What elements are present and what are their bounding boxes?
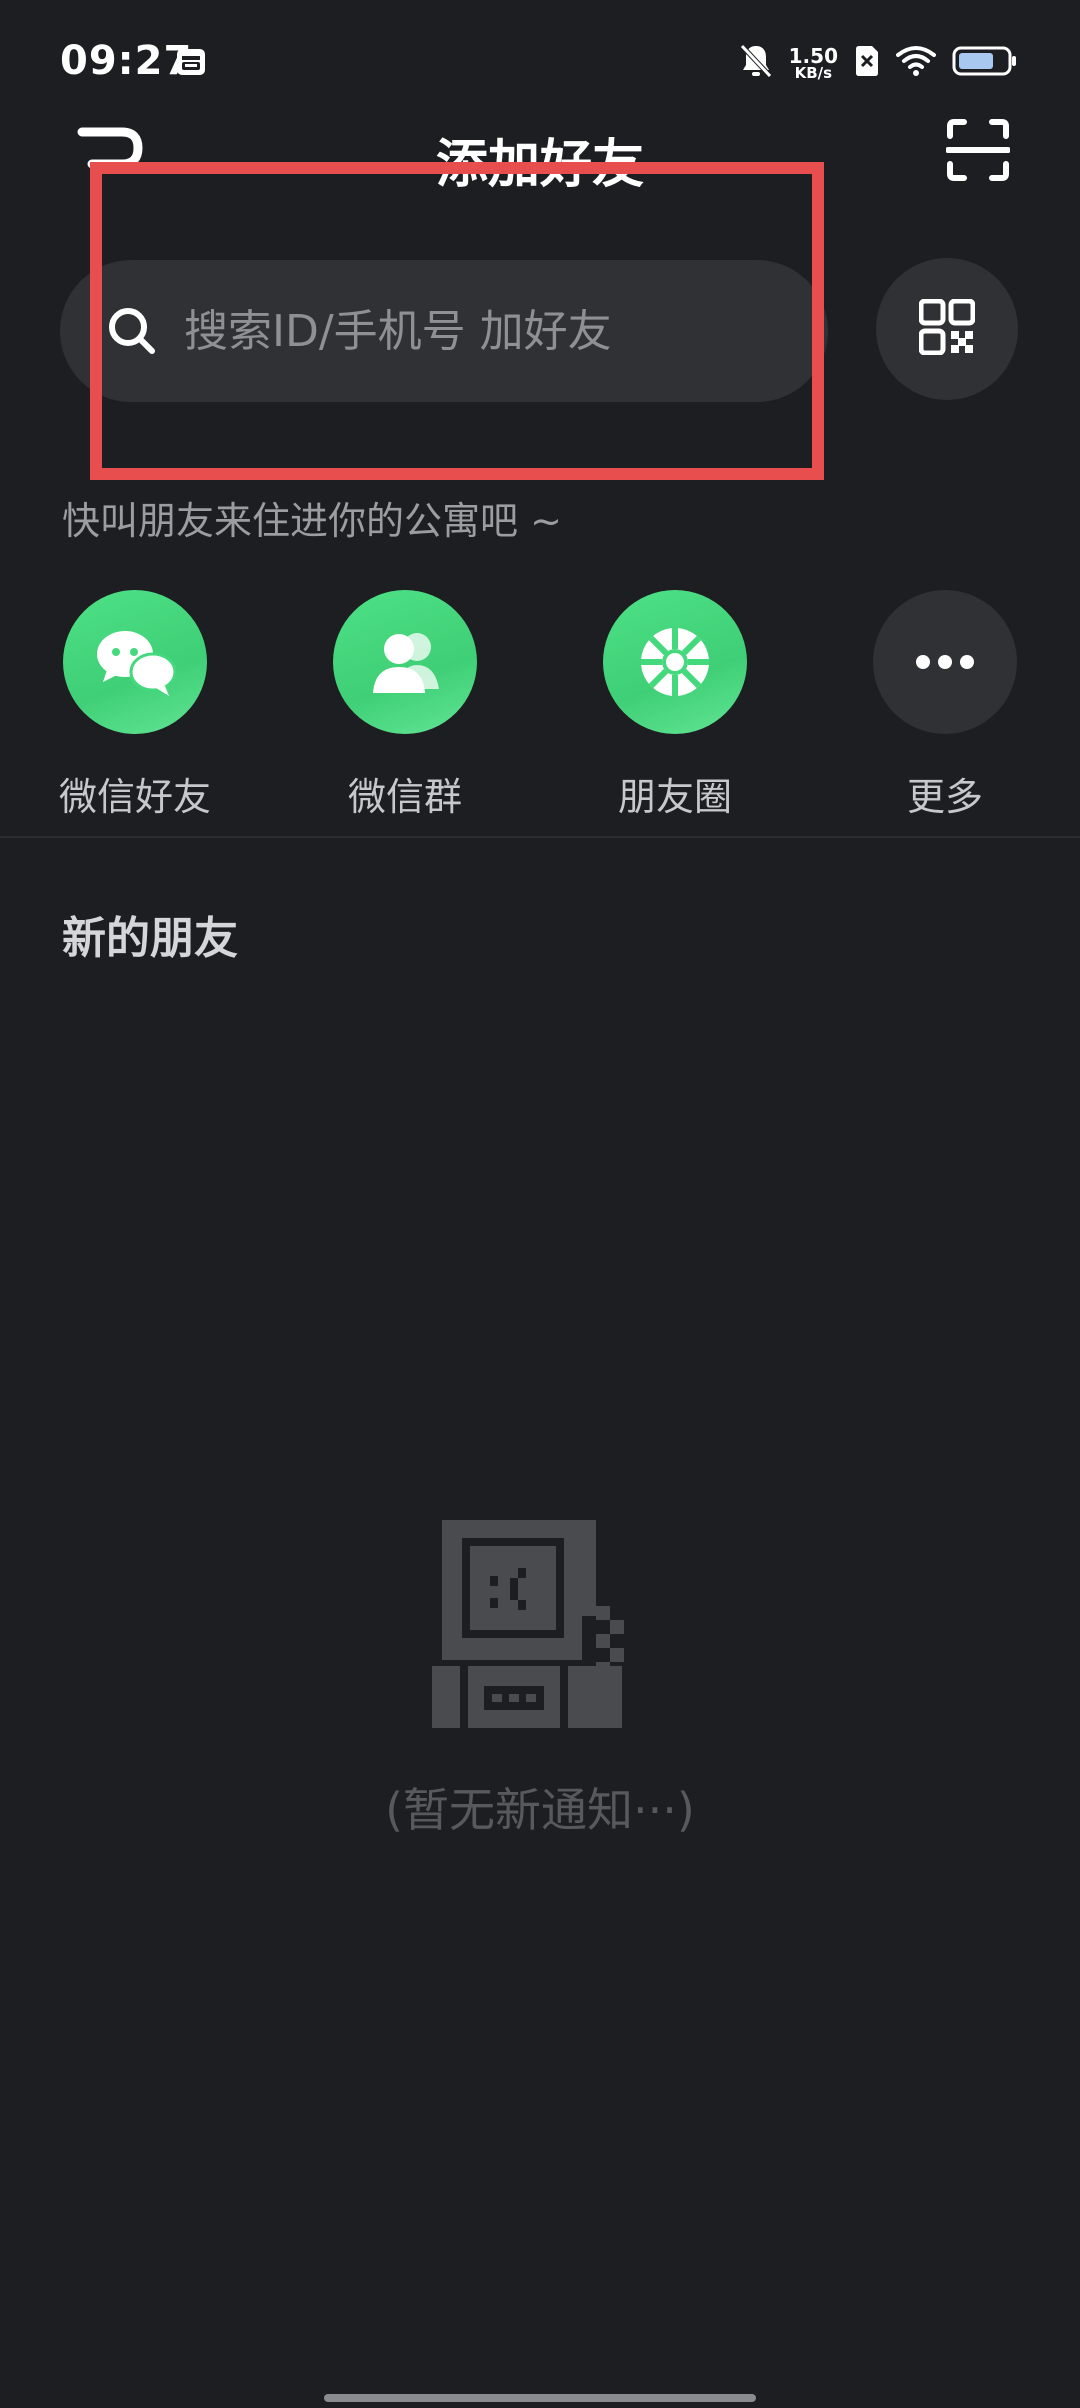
share-options: 微信好友 微信群 朋友圈 更多 (0, 590, 1080, 830)
qr-code-button[interactable] (876, 258, 1018, 400)
share-label: 更多 (906, 775, 983, 819)
share-label: 朋友圈 (617, 775, 732, 819)
status-time: 09:27 (60, 38, 193, 84)
wechat-group-icon (333, 590, 477, 734)
share-label: 微信群 (347, 775, 462, 819)
new-friends-title: 新的朋友 (62, 913, 238, 964)
net-speed-value: 1.50 (788, 43, 838, 68)
net-speed: 1.50 KB/s (789, 46, 838, 81)
invite-text: 快叫朋友来住进你的公寓吧 ~ (62, 499, 562, 543)
status-indicators: 1.50 KB/s (723, 40, 1018, 86)
empty-state-text: (暂无新通知···) (385, 1783, 695, 1837)
calendar-icon (176, 46, 206, 76)
bell-muted-icon (739, 43, 773, 83)
share-wechat-group[interactable]: 微信群 (325, 590, 485, 821)
share-label: 微信好友 (58, 775, 211, 819)
divider (0, 836, 1080, 838)
share-moments[interactable]: 朋友圈 (595, 590, 755, 821)
sad-computer-icon (432, 1516, 652, 1736)
wechat-chat-icon (63, 590, 207, 734)
search-icon (104, 303, 160, 359)
status-bar: 09:27 1.50 KB/s (0, 0, 1080, 130)
scan-icon[interactable] (945, 118, 1011, 182)
qr-code-icon (918, 298, 976, 359)
share-more[interactable]: 更多 (865, 590, 1025, 821)
more-icon (873, 590, 1017, 734)
page-title: 添加好友 (435, 135, 644, 195)
home-indicator[interactable] (324, 2394, 756, 2402)
share-wechat-friend[interactable]: 微信好友 (55, 590, 215, 821)
search-bar[interactable] (60, 260, 828, 402)
net-speed-unit: KB/s (794, 63, 833, 82)
wifi-icon (896, 45, 936, 81)
battery-icon (952, 45, 1018, 81)
search-input[interactable] (182, 304, 806, 358)
sim-off-icon (854, 45, 880, 81)
moments-icon (603, 590, 747, 734)
